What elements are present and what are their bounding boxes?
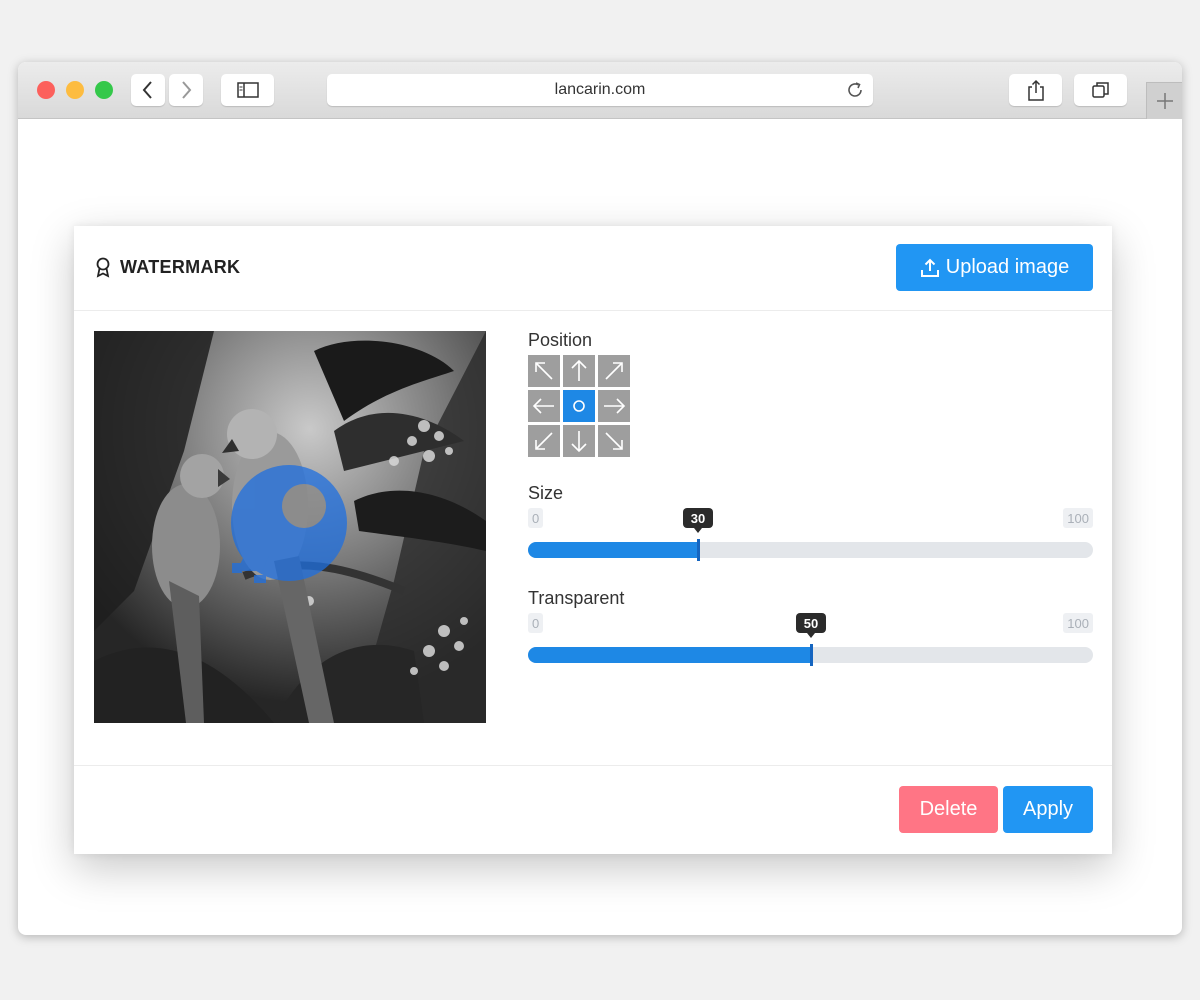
sidebar-icon <box>236 82 259 98</box>
apply-button[interactable]: Apply <box>1003 786 1093 833</box>
reload-icon[interactable] <box>845 80 865 100</box>
award-icon <box>96 257 110 278</box>
modal-footer-divider <box>74 765 1112 766</box>
position-left[interactable] <box>528 390 560 422</box>
position-center[interactable] <box>563 390 595 422</box>
left-arrow-icon <box>532 398 554 414</box>
preview-image <box>94 331 486 723</box>
size-handle[interactable] <box>697 539 700 561</box>
modal-title: WATERMARK <box>94 256 240 278</box>
size-slider[interactable]: 0 100 30 <box>528 508 1093 584</box>
tabs-overview-button[interactable] <box>1074 74 1127 106</box>
size-track[interactable] <box>528 542 1093 558</box>
back-button[interactable] <box>131 74 165 106</box>
up-right-arrow-icon <box>605 362 623 380</box>
position-bottom[interactable] <box>563 425 595 457</box>
size-min: 0 <box>528 508 544 528</box>
up-left-arrow-icon <box>535 362 553 380</box>
transparent-fill <box>528 647 811 663</box>
upload-image-label: Upload image <box>945 256 1070 278</box>
delete-button[interactable]: Delete <box>899 786 998 833</box>
down-left-arrow-icon <box>535 432 553 450</box>
url-text: lancarin.com <box>554 81 646 98</box>
share-icon <box>1027 79 1044 101</box>
up-arrow-icon <box>571 359 587 381</box>
address-bar[interactable]: lancarin.com <box>327 74 873 106</box>
transparent-label: Transparent <box>528 588 625 608</box>
transparent-value-bubble: 50 <box>796 613 826 638</box>
size-label: Size <box>528 483 564 503</box>
down-arrow-icon <box>571 431 587 453</box>
position-top-left[interactable] <box>528 355 560 387</box>
size-fill <box>528 542 698 558</box>
position-label: Position <box>528 330 593 350</box>
minimize-window-button[interactable] <box>66 81 84 99</box>
transparent-min: 0 <box>528 613 544 633</box>
watermark-controls: Position Size 0 100 30 Transparent 0 100… <box>528 330 1093 689</box>
forward-button[interactable] <box>169 74 203 106</box>
close-window-button[interactable] <box>37 81 55 99</box>
share-button[interactable] <box>1009 74 1062 106</box>
chevron-left-icon <box>142 81 152 99</box>
watermark-modal: WATERMARK Upload image Position Size 0 1… <box>74 226 1112 854</box>
position-grid <box>528 355 1093 457</box>
sidebar-button[interactable] <box>221 74 274 106</box>
plus-icon <box>1157 93 1173 109</box>
position-right[interactable] <box>598 390 630 422</box>
right-arrow-icon <box>604 398 626 414</box>
browser-toolbar: lancarin.com <box>18 62 1182 119</box>
chevron-right-icon <box>182 81 192 99</box>
maximize-window-button[interactable] <box>95 81 113 99</box>
upload-image-button[interactable]: Upload image <box>896 244 1093 291</box>
position-top-right[interactable] <box>598 355 630 387</box>
position-bottom-left[interactable] <box>528 425 560 457</box>
transparent-handle[interactable] <box>810 644 813 666</box>
modal-title-text: WATERMARK <box>120 256 241 277</box>
new-tab-button[interactable] <box>1146 82 1182 119</box>
position-bottom-right[interactable] <box>598 425 630 457</box>
upload-icon <box>920 258 939 277</box>
transparent-max: 100 <box>1063 613 1093 633</box>
center-circle-icon <box>573 400 585 412</box>
down-right-arrow-icon <box>605 432 623 450</box>
size-max: 100 <box>1063 508 1093 528</box>
position-top[interactable] <box>563 355 595 387</box>
transparent-slider[interactable]: 0 100 50 <box>528 613 1093 689</box>
size-value-bubble: 30 <box>683 508 713 533</box>
tabs-icon <box>1091 82 1109 98</box>
modal-header: WATERMARK Upload image <box>74 226 1112 311</box>
